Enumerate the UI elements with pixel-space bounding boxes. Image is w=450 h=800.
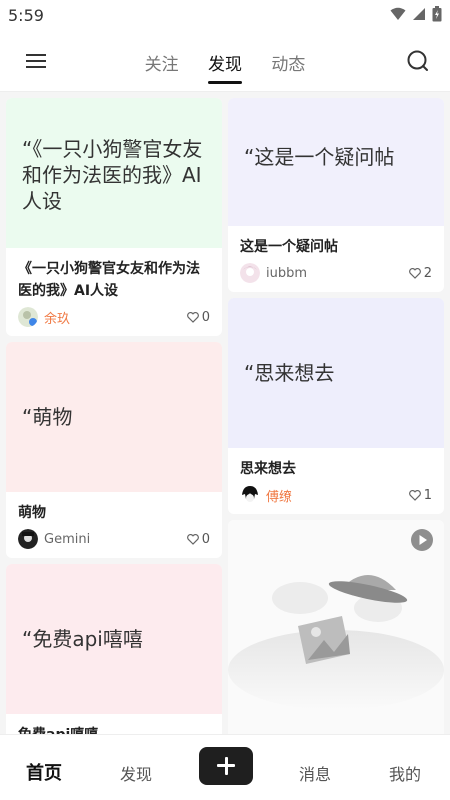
like-count[interactable]: 0	[186, 531, 210, 547]
post-card[interactable]: “萌物 萌物 Gemini 0	[6, 342, 222, 558]
avatar[interactable]	[240, 485, 260, 505]
like-count-value: 1	[423, 487, 432, 503]
status-icons	[390, 6, 442, 22]
post-cover: “萌物	[6, 342, 222, 492]
post-title: 思来想去	[240, 461, 296, 477]
like-count[interactable]: 1	[408, 487, 432, 503]
play-icon[interactable]	[410, 528, 434, 552]
author-name[interactable]: iubbm	[266, 266, 409, 281]
post-cover-text: “萌物	[22, 405, 73, 429]
cellular-signal-icon	[413, 8, 425, 20]
post-cover-text: “这是一个疑问帖	[244, 145, 395, 169]
post-cover: “思来想去	[228, 298, 444, 448]
nav-messages[interactable]: 消息	[299, 761, 331, 785]
post-title: 免费api嘻嘻	[18, 724, 210, 734]
post-cover-text: “思来想去	[244, 361, 335, 385]
author-name[interactable]: Gemini	[44, 532, 187, 547]
image-placeholder-illustration	[228, 575, 444, 710]
nav-discover[interactable]: 发现	[120, 761, 152, 785]
bottom-navigation: 首页 发现 消息 我的	[0, 734, 450, 800]
author-name[interactable]: 傅缭	[266, 486, 409, 505]
post-cover-text: “免费api嘻嘻	[22, 627, 143, 651]
top-header: 关注 发现 动态	[0, 32, 450, 92]
battery-icon	[432, 6, 442, 22]
avatar[interactable]	[18, 307, 38, 327]
nav-profile[interactable]: 我的	[389, 761, 421, 785]
author-name[interactable]: 余玖	[44, 308, 187, 327]
wifi-icon	[390, 7, 406, 20]
post-card[interactable]: “《一只小狗警官女友和作为法医的我》AI人设 《一只小狗警官女友和作为法医的我》…	[6, 98, 222, 336]
status-bar: 5:59	[0, 0, 450, 32]
add-post-button[interactable]	[199, 747, 253, 785]
post-title: 《一只小狗警官女友和作为法医的我》AI人设	[18, 261, 200, 299]
post-cover: “《一只小狗警官女友和作为法医的我》AI人设	[6, 98, 222, 248]
like-count[interactable]: 0	[186, 309, 210, 325]
like-count-value: 0	[201, 531, 210, 547]
post-card[interactable]: “免费api嘻嘻 免费api嘻嘻	[6, 564, 222, 734]
heart-icon	[186, 533, 199, 545]
feed-column-left: “《一只小狗警官女友和作为法医的我》AI人设 《一只小狗警官女友和作为法医的我》…	[6, 98, 222, 734]
search-icon[interactable]	[406, 49, 430, 73]
heart-icon	[408, 267, 421, 279]
heart-icon	[186, 311, 199, 323]
post-title: 这是一个疑问帖	[240, 239, 338, 255]
post-cover-text: “《一只小狗警官女友和作为法医的我》AI人设	[22, 137, 203, 213]
tab-following[interactable]: 关注	[145, 50, 179, 75]
post-feed: “《一只小狗警官女友和作为法医的我》AI人设 《一只小狗警官女友和作为法医的我》…	[0, 92, 450, 734]
like-count-value: 2	[423, 265, 432, 281]
status-time: 5:59	[8, 6, 44, 25]
nav-home[interactable]: 首页	[26, 759, 62, 785]
like-count[interactable]: 2	[408, 265, 432, 281]
post-title: 萌物	[18, 505, 46, 521]
post-cover: “这是一个疑问帖	[228, 98, 444, 226]
top-tabs: 关注 发现 动态	[0, 50, 450, 84]
heart-icon	[408, 489, 421, 501]
feed-column-right: “这是一个疑问帖 这是一个疑问帖 iubbm 2 “思来想去 思来想去 傅缭 1	[228, 98, 444, 734]
post-cover-image	[228, 520, 444, 734]
avatar[interactable]	[18, 529, 38, 549]
like-count-value: 0	[201, 309, 210, 325]
post-cover: “免费api嘻嘻	[6, 564, 222, 714]
post-card[interactable]: “思来想去 思来想去 傅缭 1	[228, 298, 444, 514]
post-card[interactable]: “这是一个疑问帖 这是一个疑问帖 iubbm 2	[228, 98, 444, 292]
post-card[interactable]	[228, 520, 444, 734]
avatar[interactable]	[240, 263, 260, 283]
tab-discover[interactable]: 发现	[208, 50, 242, 84]
tab-activity[interactable]: 动态	[271, 50, 305, 75]
